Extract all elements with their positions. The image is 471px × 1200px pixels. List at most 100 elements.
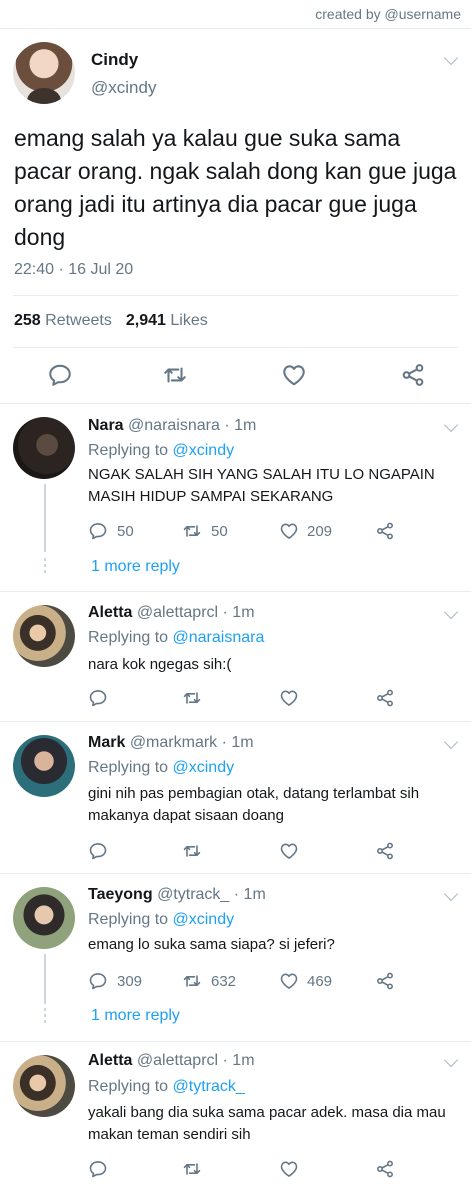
reply-tweet[interactable]: Nara @naraisnara · 1m Replying to @xcind… <box>0 404 471 590</box>
tweet-timestamp[interactable]: 22:40 · 16 Jul 20 <box>14 261 133 279</box>
replying-to-link[interactable]: @naraisnara <box>173 629 265 646</box>
author-meta[interactable]: @alettaprcl · 1m <box>137 604 255 621</box>
replying-label: Replying to <box>88 759 169 776</box>
replying-label: Replying to <box>88 1078 169 1095</box>
replying-to: Replying to @xcindy <box>88 442 234 460</box>
like-icon[interactable] <box>279 841 299 861</box>
retweets-count[interactable]: 258 <box>14 312 41 329</box>
share-icon[interactable] <box>375 971 395 991</box>
like-icon[interactable] <box>279 688 299 708</box>
tweet-text: emang salah ya kalau gue suka sama pacar… <box>14 125 457 250</box>
reply-header: Nara @naraisnara · 1m <box>88 417 256 435</box>
reply-icon[interactable] <box>88 521 108 541</box>
retweet-icon[interactable] <box>182 841 202 861</box>
replying-to-link[interactable]: @xcindy <box>173 759 235 776</box>
retweet-icon[interactable] <box>162 362 188 388</box>
like-icon[interactable] <box>279 521 299 541</box>
reply-icon[interactable] <box>88 841 108 861</box>
replying-label: Replying to <box>88 911 169 928</box>
replying-label: Replying to <box>88 629 169 646</box>
retweet-count: 50 <box>211 523 228 540</box>
like-icon[interactable] <box>279 971 299 991</box>
replying-to-link[interactable]: @xcindy <box>173 442 235 459</box>
avatar[interactable] <box>13 887 75 949</box>
reply-count: 309 <box>117 973 143 990</box>
author-name[interactable]: Cindy <box>91 50 138 70</box>
tweet-stats: 258 Retweets 2,941 Likes <box>14 312 208 330</box>
share-icon[interactable] <box>375 521 395 541</box>
reply-tweet[interactable]: Aletta @alettaprcl · 1m Replying to @tyt… <box>0 1042 471 1200</box>
chevron-down-icon[interactable] <box>443 886 459 902</box>
author-handle[interactable]: @xcindy <box>91 78 156 98</box>
avatar[interactable] <box>13 605 75 667</box>
author-name[interactable]: Nara <box>88 417 124 434</box>
share-icon[interactable] <box>375 688 395 708</box>
thread-line <box>44 954 46 1004</box>
reply-header: Mark @markmark · 1m <box>88 734 254 752</box>
replying-to-link[interactable]: @tytrack_ <box>173 1078 245 1095</box>
author-meta[interactable]: @tytrack_ · 1m <box>157 886 266 903</box>
retweets-label[interactable]: Retweets <box>45 312 112 329</box>
reply-tweet[interactable]: Taeyong @tytrack_ · 1m Replying to @xcin… <box>0 874 471 1040</box>
reply-icon[interactable] <box>47 362 73 388</box>
thread-line <box>44 484 46 552</box>
reply-text: emang lo suka sama siapa? si jeferi? <box>88 936 335 953</box>
replying-to: Replying to @naraisnara <box>88 629 264 647</box>
chevron-down-icon[interactable] <box>443 604 459 620</box>
like-icon[interactable] <box>281 362 307 388</box>
retweet-icon[interactable] <box>182 521 202 541</box>
avatar[interactable] <box>13 42 75 104</box>
reply-text: NGAK SALAH SIH YANG SALAH ITU LO NGAPAIN… <box>88 466 435 505</box>
tweet-actions <box>0 360 471 390</box>
chevron-down-icon[interactable] <box>443 417 459 433</box>
author-name[interactable]: Taeyong <box>88 886 153 903</box>
chevron-down-icon[interactable] <box>443 50 459 66</box>
reply-tweet[interactable]: Mark @markmark · 1m Replying to @xcindy … <box>0 722 471 872</box>
more-replies-link[interactable]: 1 more reply <box>91 558 180 576</box>
reply-count: 50 <box>117 523 134 540</box>
avatar[interactable] <box>13 735 75 797</box>
author-name[interactable]: Aletta <box>88 604 132 621</box>
replying-to-link[interactable]: @xcindy <box>173 911 235 928</box>
replying-label: Replying to <box>88 442 169 459</box>
retweet-icon[interactable] <box>182 688 202 708</box>
retweet-icon[interactable] <box>182 971 202 991</box>
avatar[interactable] <box>13 1055 75 1117</box>
share-icon[interactable] <box>400 362 426 388</box>
reply-text: nara kok ngegas sih:( <box>88 656 232 673</box>
more-replies-link[interactable]: 1 more reply <box>91 1007 180 1025</box>
main-tweet: Cindy @xcindy emang salah ya kalau gue s… <box>0 29 471 403</box>
reply-text: gini nih pas pembagian otak, datang terl… <box>88 785 420 824</box>
chevron-down-icon[interactable] <box>443 734 459 750</box>
share-icon[interactable] <box>375 1159 395 1179</box>
reply-icon[interactable] <box>88 971 108 991</box>
reply-header: Taeyong @tytrack_ · 1m <box>88 886 266 904</box>
thread-dots <box>44 558 46 576</box>
likes-label[interactable]: Likes <box>170 312 207 329</box>
reply-icon[interactable] <box>88 688 108 708</box>
like-count: 469 <box>307 973 333 990</box>
retweet-count: 632 <box>211 973 237 990</box>
divider <box>13 295 458 296</box>
chevron-down-icon[interactable] <box>443 1052 459 1068</box>
like-icon[interactable] <box>279 1159 299 1179</box>
author-meta[interactable]: @markmark · 1m <box>130 734 254 751</box>
likes-count[interactable]: 2,941 <box>126 312 166 329</box>
replying-to: Replying to @xcindy <box>88 911 234 929</box>
share-icon[interactable] <box>375 841 395 861</box>
retweet-icon[interactable] <box>182 1159 202 1179</box>
replying-to: Replying to @tytrack_ <box>88 1078 245 1096</box>
divider <box>13 347 458 348</box>
author-name[interactable]: Mark <box>88 734 125 751</box>
thread-dots <box>44 1008 46 1026</box>
reply-header: Aletta @alettaprcl · 1m <box>88 1052 255 1070</box>
like-count: 209 <box>307 523 333 540</box>
reply-tweet[interactable]: Aletta @alettaprcl · 1m Replying to @nar… <box>0 592 471 720</box>
reply-text: yakali bang dia suka sama pacar adek. ma… <box>88 1104 446 1143</box>
author-meta[interactable]: @naraisnara · 1m <box>128 417 256 434</box>
avatar[interactable] <box>13 417 75 479</box>
author-name[interactable]: Aletta <box>88 1052 132 1069</box>
reply-icon[interactable] <box>88 1159 108 1179</box>
author-meta[interactable]: @alettaprcl · 1m <box>137 1052 255 1069</box>
replying-to: Replying to @xcindy <box>88 759 234 777</box>
